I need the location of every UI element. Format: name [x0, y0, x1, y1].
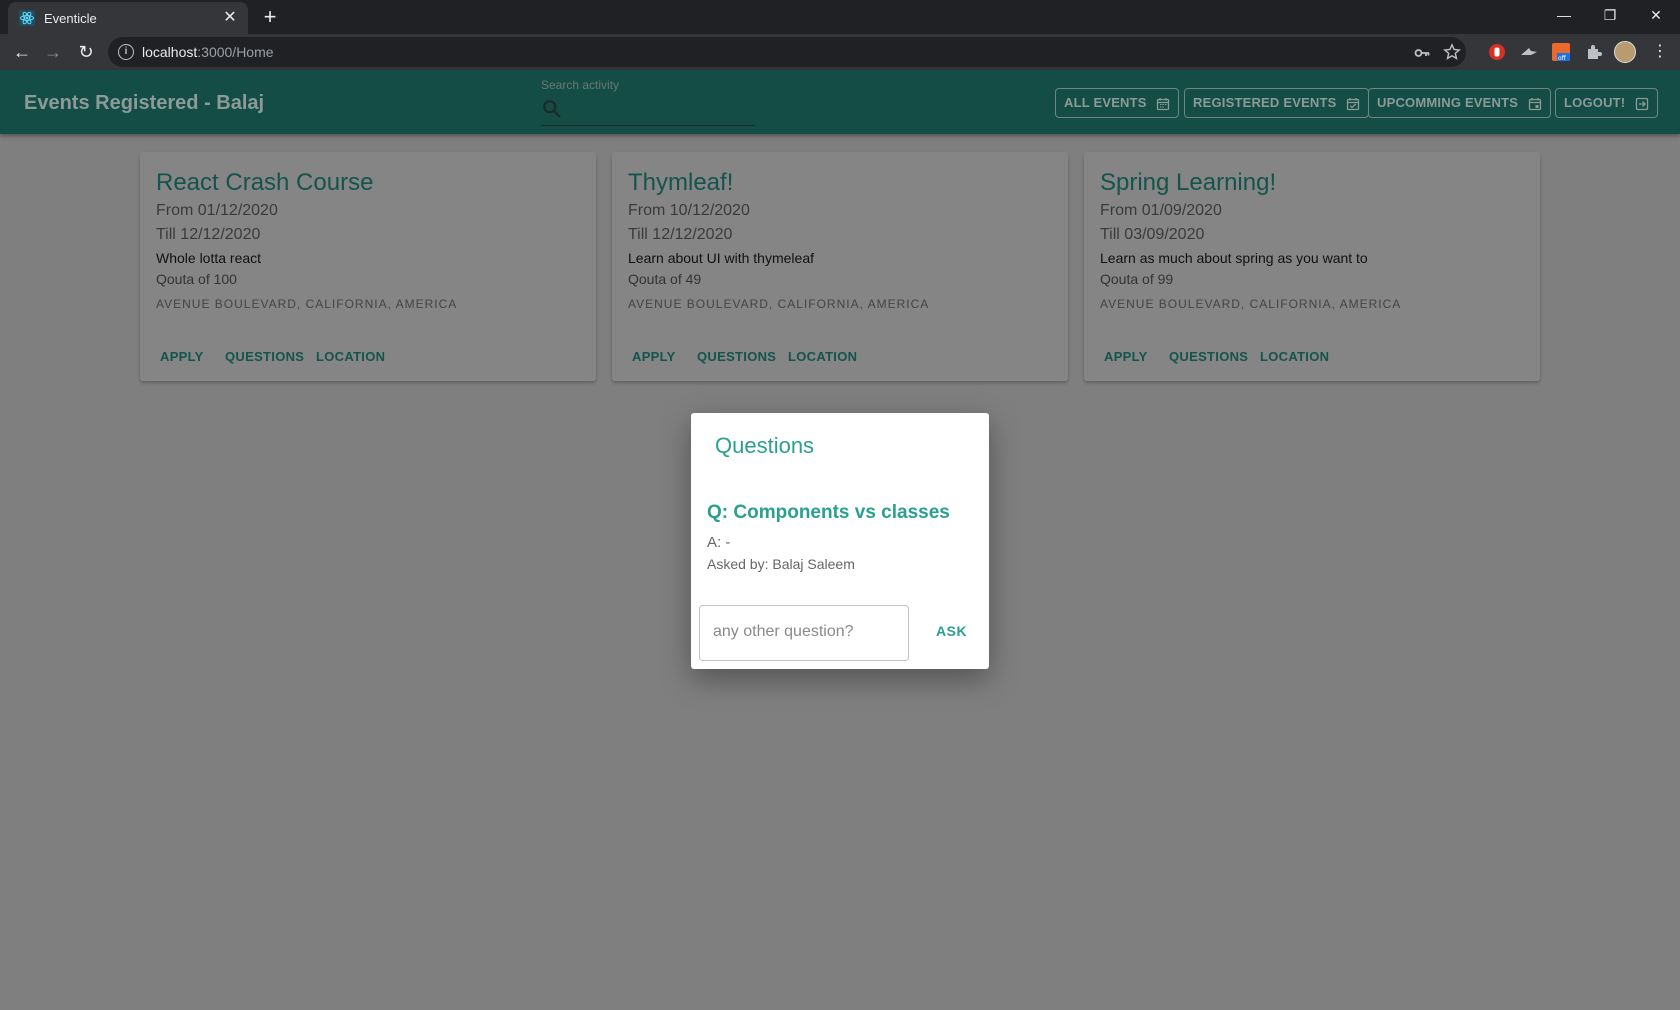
answer-text: A: - — [707, 534, 731, 551]
close-tab-icon[interactable]: ✕ — [220, 8, 240, 28]
event-start-date: From 10/12/2020 — [628, 202, 750, 219]
location-button[interactable]: LOCATION — [1260, 349, 1329, 364]
question-field — [699, 605, 909, 661]
registered-events-label: REGISTERED EVENTS — [1193, 95, 1337, 110]
question-input[interactable] — [713, 623, 903, 641]
exit-icon — [1636, 97, 1649, 110]
forward-arrow-icon[interactable]: → — [41, 40, 65, 64]
app-header: Events Registered - Balaj Search activit… — [0, 70, 1680, 134]
puzzle-extensions-icon[interactable] — [1584, 42, 1604, 62]
apply-button[interactable]: APPLY — [632, 349, 676, 364]
address-bar[interactable]: i localhost:3000/Home — [108, 37, 1466, 67]
location-button[interactable]: LOCATION — [788, 349, 857, 364]
location-button[interactable]: LOCATION — [316, 349, 385, 364]
new-tab-button[interactable]: + — [258, 6, 282, 30]
upcoming-events-label: UPCOMMING EVENTS — [1377, 95, 1519, 110]
star-bookmark-icon[interactable] — [1443, 43, 1461, 61]
svg-text:off: off — [1558, 55, 1567, 62]
apply-button[interactable]: APPLY — [1104, 349, 1148, 364]
minimize-window-icon[interactable]: — — [1541, 0, 1587, 30]
address-url: localhost:3000/Home — [142, 44, 274, 60]
questions-dialog: Questions Q: Components vs classes A: - … — [691, 413, 989, 669]
calendar-check-icon — [1347, 97, 1360, 110]
event-end-date: Till 03/09/2020 — [1100, 226, 1205, 243]
page-title: Events Registered - Balaj — [24, 92, 265, 114]
questions-button[interactable]: QUESTIONS — [225, 349, 304, 364]
logout-label: LOGOUT! — [1564, 95, 1626, 110]
event-quota: Qouta of 100 — [156, 271, 237, 287]
registered-events-button[interactable]: REGISTERED EVENTS — [1184, 88, 1370, 118]
event-quota: Qouta of 49 — [628, 271, 702, 287]
event-title: Spring Learning! — [1100, 169, 1277, 196]
browser-toolbar: ← → ↻ i localhost:3000/Home off ⋮ — [0, 34, 1680, 70]
calendar-event-icon — [1528, 97, 1542, 110]
browser-tab[interactable]: Eventicle ✕ — [8, 2, 248, 34]
react-logo-icon — [19, 10, 35, 26]
questions-button[interactable]: QUESTIONS — [1169, 349, 1248, 364]
search-icon — [543, 100, 561, 118]
reload-icon[interactable]: ↻ — [74, 40, 98, 64]
search-label: Search activity — [541, 78, 620, 92]
event-address: AVENUE BOULEVARD, CALIFORNIA, AMERICA — [628, 297, 930, 311]
apply-button[interactable]: APPLY — [160, 349, 204, 364]
asked-by-text: Asked by: Balaj Saleem — [707, 556, 855, 572]
event-start-date: From 01/09/2020 — [1100, 202, 1222, 219]
question-text: Q: Components vs classes — [707, 502, 950, 523]
all-events-label: ALL EVENTS — [1064, 95, 1147, 110]
back-arrow-icon[interactable]: ← — [10, 40, 34, 64]
search-underline — [541, 125, 755, 126]
calendar-icon — [1157, 97, 1170, 110]
event-title: Thymleaf! — [628, 169, 734, 196]
restore-window-icon[interactable]: ❐ — [1587, 0, 1633, 30]
questions-button[interactable]: QUESTIONS — [697, 349, 776, 364]
shark-extension-icon[interactable] — [1519, 42, 1539, 62]
event-start-date: From 01/12/2020 — [156, 202, 278, 219]
dialog-title: Questions — [715, 433, 815, 458]
upcoming-events-button[interactable]: UPCOMMING EVENTS — [1368, 88, 1551, 118]
event-card: React Crash Course From 01/12/2020 Till … — [140, 152, 596, 381]
tab-title: Eventicle — [44, 11, 97, 26]
event-description: Learn as much about spring as you want t… — [1100, 250, 1368, 266]
all-events-button[interactable]: ALL EVENTS — [1055, 88, 1180, 118]
site-info-icon[interactable]: i — [118, 44, 134, 60]
event-description: Whole lotta react — [156, 250, 262, 266]
off-toggle-extension-icon[interactable]: off — [1551, 42, 1571, 62]
event-end-date: Till 12/12/2020 — [156, 226, 261, 243]
stop-hand-extension-icon[interactable] — [1487, 42, 1507, 62]
logout-button[interactable]: LOGOUT! — [1555, 88, 1659, 118]
search-input[interactable] — [568, 100, 753, 122]
close-window-icon[interactable]: ✕ — [1633, 0, 1679, 30]
event-title: React Crash Course — [156, 169, 374, 196]
event-card: Spring Learning! From 01/09/2020 Till 03… — [1084, 152, 1540, 381]
event-quota: Qouta of 99 — [1100, 271, 1174, 287]
event-address: AVENUE BOULEVARD, CALIFORNIA, AMERICA — [156, 297, 458, 311]
profile-avatar[interactable] — [1614, 41, 1636, 63]
event-description: Learn about UI with thymeleaf — [628, 250, 814, 266]
ask-button[interactable]: ASK — [936, 623, 967, 639]
browser-tabstrip: Eventicle ✕ + — ❐ ✕ — [0, 0, 1680, 34]
event-address: AVENUE BOULEVARD, CALIFORNIA, AMERICA — [1100, 297, 1402, 311]
key-icon[interactable] — [1414, 45, 1430, 61]
event-end-date: Till 12/12/2020 — [628, 226, 733, 243]
event-card: Thymleaf! From 10/12/2020 Till 12/12/202… — [612, 152, 1068, 381]
kebab-menu-icon[interactable]: ⋮ — [1648, 40, 1672, 64]
